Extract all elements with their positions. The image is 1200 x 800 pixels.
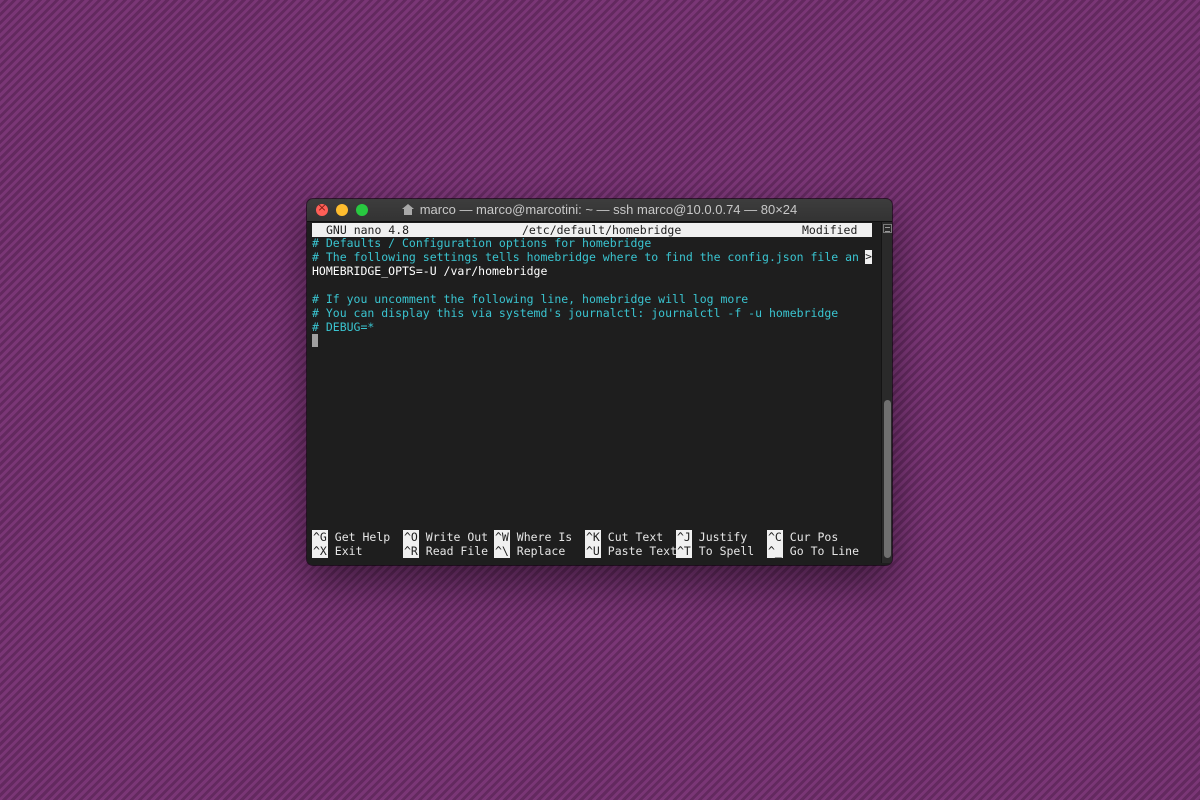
shortcut-write-out[interactable]: ^O Write Out xyxy=(403,530,488,544)
shortcut-to-spell[interactable]: ^T To Spell xyxy=(676,544,754,558)
shortcut-key: ^_ xyxy=(767,544,783,558)
shortcut-key: ^\ xyxy=(494,544,510,558)
shortcut-read-file[interactable]: ^R Read File xyxy=(403,544,488,558)
file-line-6[interactable]: # You can display this via systemd's jou… xyxy=(312,306,872,320)
shortcut-label: Where Is xyxy=(516,530,573,544)
shortcut-label: Cur Pos xyxy=(789,530,839,544)
shortcut-key: ^O xyxy=(403,530,419,544)
file-line-3[interactable]: HOMEBRIDGE_OPTS=-U /var/homebridge xyxy=(312,264,872,278)
shortcut-replace[interactable]: ^\ Replace xyxy=(494,544,565,558)
file-line-7[interactable]: # DEBUG=* xyxy=(312,320,872,334)
shortcut-label: Write Out xyxy=(425,530,489,544)
shortcut-label: Paste Text xyxy=(607,544,678,558)
shortcut-key: ^J xyxy=(676,530,692,544)
text-cursor xyxy=(312,334,318,347)
shortcut-label: Go To Line xyxy=(789,544,860,558)
shortcut-key: ^K xyxy=(585,530,601,544)
window-title: marco — marco@marcotini: ~ — ssh marco@1… xyxy=(307,202,892,217)
shortcut-label: To Spell xyxy=(698,544,755,558)
shortcut-key: ^X xyxy=(312,544,328,558)
modified-indicator: Modified xyxy=(802,223,858,237)
shortcut-key: ^R xyxy=(403,544,419,558)
title-bar[interactable]: marco — marco@marcotini: ~ — ssh marco@1… xyxy=(307,199,892,222)
shortcut-key: ^W xyxy=(494,530,510,544)
file-path: /etc/default/homebridge xyxy=(522,223,682,237)
shortcut-label: Justify xyxy=(698,530,748,544)
file-line-5[interactable]: # If you uncomment the following line, h… xyxy=(312,292,872,306)
scrollbar-thumb[interactable] xyxy=(884,400,891,558)
shortcut-label: Exit xyxy=(334,544,363,558)
terminal-window[interactable]: marco — marco@marcotini: ~ — ssh marco@1… xyxy=(307,199,892,565)
nano-version: GNU nano 4.8 xyxy=(326,223,410,237)
shortcut-key: ^T xyxy=(676,544,692,558)
home-icon xyxy=(401,204,414,215)
shortcut-label: Get Help xyxy=(334,530,391,544)
shortcut-where-is[interactable]: ^W Where Is xyxy=(494,530,572,544)
shortcut-justify[interactable]: ^J Justify xyxy=(676,530,747,544)
nano-editor[interactable]: GNU nano 4.8 /etc/default/homebridge Mod… xyxy=(312,222,879,563)
shortcut-exit[interactable]: ^X Exit xyxy=(312,544,363,558)
file-line-4[interactable] xyxy=(312,278,872,292)
shortcut-go-to-line[interactable]: ^_ Go To Line xyxy=(767,544,859,558)
shortcut-paste-text[interactable]: ^U Paste Text xyxy=(585,544,677,558)
shortcut-label: Read File xyxy=(425,544,489,558)
line-overflow-marker: > xyxy=(865,250,872,264)
shortcut-label: Cut Text xyxy=(607,530,664,544)
scrollbar-menu-icon[interactable] xyxy=(883,224,892,233)
scrollbar[interactable] xyxy=(881,222,892,563)
shortcut-cut-text[interactable]: ^K Cut Text xyxy=(585,530,663,544)
shortcut-get-help[interactable]: ^G Get Help xyxy=(312,530,390,544)
shortcut-key: ^G xyxy=(312,530,328,544)
file-line-2[interactable]: # The following settings tells homebridg… xyxy=(312,250,865,264)
shortcut-label: Replace xyxy=(516,544,566,558)
shortcut-key: ^U xyxy=(585,544,601,558)
shortcut-key: ^C xyxy=(767,530,783,544)
shortcut-cur-pos[interactable]: ^C Cur Pos xyxy=(767,530,838,544)
nano-status-bar: GNU nano 4.8 /etc/default/homebridge Mod… xyxy=(312,223,872,237)
file-line-1[interactable]: # Defaults / Configuration options for h… xyxy=(312,236,872,250)
window-title-text: marco — marco@marcotini: ~ — ssh marco@1… xyxy=(419,202,798,217)
